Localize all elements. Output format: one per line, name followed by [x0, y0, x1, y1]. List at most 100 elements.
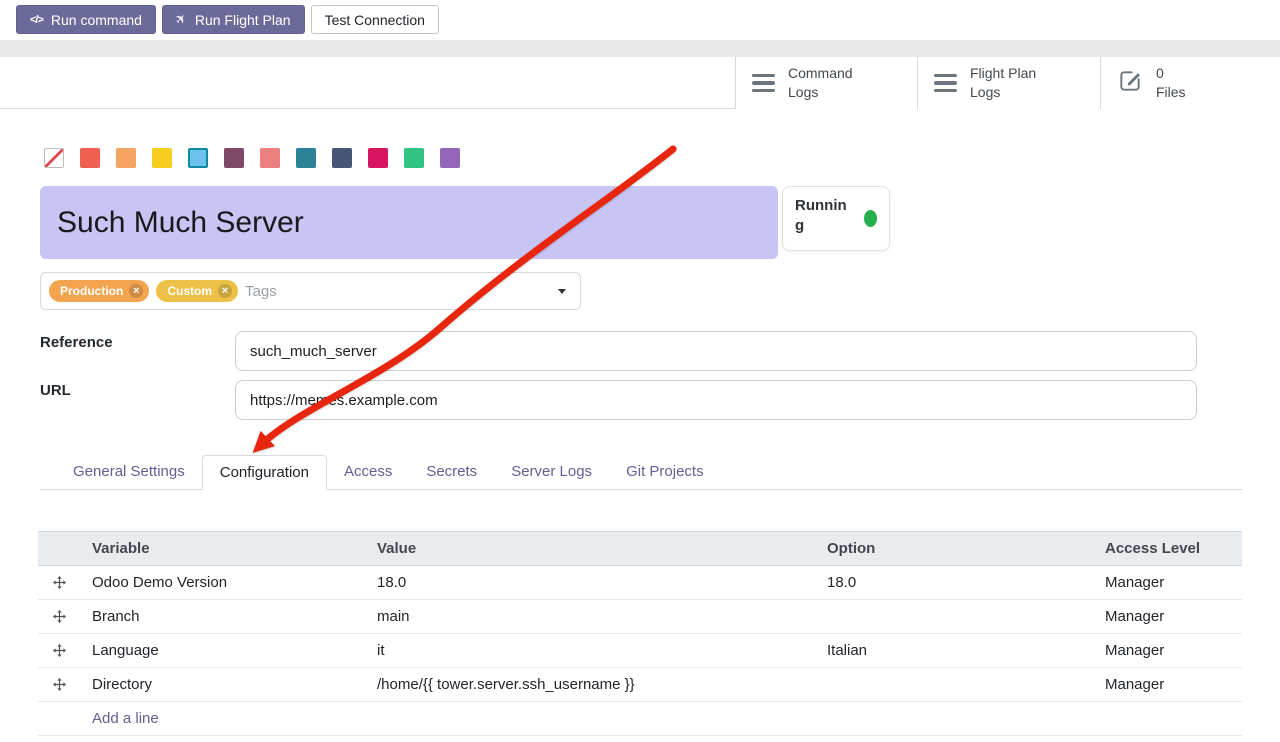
test-connection-label: Test Connection	[325, 12, 425, 28]
color-swatch-1[interactable]	[80, 148, 100, 168]
add-line-spacer	[38, 702, 80, 735]
header-option[interactable]: Option	[815, 532, 1093, 565]
url-input[interactable]	[235, 380, 1197, 420]
table-row[interactable]: Odoo Demo Version18.018.0Manager	[38, 566, 1242, 600]
edit-pencil-icon	[1117, 68, 1143, 99]
move-icon	[53, 644, 66, 657]
config-table-body: Odoo Demo Version18.018.0ManagerBranchma…	[38, 566, 1242, 702]
color-swatch-9[interactable]	[368, 148, 388, 168]
move-icon	[53, 678, 66, 691]
tag-label: Production	[60, 284, 123, 298]
flight-plan-logs-button[interactable]: Flight Plan Logs	[917, 57, 1100, 109]
tab-secrets[interactable]: Secrets	[409, 455, 494, 489]
cell-access-level[interactable]: Manager	[1093, 668, 1242, 701]
tab-server-logs[interactable]: Server Logs	[494, 455, 609, 489]
add-line-link[interactable]: Add a line	[80, 702, 159, 735]
run-flight-plan-button[interactable]: ✈ Run Flight Plan	[162, 5, 305, 34]
code-icon: </>	[30, 14, 43, 26]
cell-access-level[interactable]: Manager	[1093, 634, 1242, 667]
cell-variable[interactable]: Directory	[80, 668, 365, 701]
cell-value[interactable]: it	[365, 634, 815, 667]
dropdown-caret-icon[interactable]	[558, 289, 566, 294]
test-connection-button[interactable]: Test Connection	[311, 5, 439, 34]
add-line-row: Add a line	[38, 702, 1242, 736]
header-variable[interactable]: Variable	[80, 532, 365, 565]
command-logs-label-line1: Command	[788, 64, 853, 83]
color-swatch-0[interactable]	[44, 148, 64, 168]
cell-value[interactable]: main	[365, 600, 815, 633]
tags-list: Production × Custom ×	[49, 280, 238, 302]
color-swatch-11[interactable]	[440, 148, 460, 168]
color-swatch-6[interactable]	[260, 148, 280, 168]
url-label: URL	[40, 382, 71, 399]
table-row[interactable]: Branchmain Manager	[38, 600, 1242, 634]
server-name-input[interactable]: Such Much Server	[40, 186, 778, 259]
drag-handle[interactable]	[38, 600, 80, 633]
color-swatch-4[interactable]	[188, 148, 208, 168]
cell-access-level[interactable]: Manager	[1093, 566, 1242, 599]
color-swatch-10[interactable]	[404, 148, 424, 168]
header-access-level[interactable]: Access Level	[1093, 532, 1242, 565]
files-label: Files	[1156, 83, 1186, 102]
tag-remove-icon[interactable]: ×	[218, 284, 232, 298]
flight-plan-logs-label-line2: Logs	[970, 83, 1036, 102]
cell-variable[interactable]: Odoo Demo Version	[80, 566, 365, 599]
tag-custom[interactable]: Custom ×	[156, 280, 238, 302]
page-divider-band	[0, 40, 1280, 57]
command-logs-label-line2: Logs	[788, 83, 853, 102]
tag-label: Custom	[167, 284, 212, 298]
color-swatch-2[interactable]	[116, 148, 136, 168]
cell-option[interactable]	[815, 600, 1093, 633]
drag-handle[interactable]	[38, 668, 80, 701]
tab-git-projects[interactable]: Git Projects	[609, 455, 721, 489]
cell-option[interactable]: Italian	[815, 634, 1093, 667]
cell-access-level[interactable]: Manager	[1093, 600, 1242, 633]
color-swatch-8[interactable]	[332, 148, 352, 168]
header-value[interactable]: Value	[365, 532, 815, 565]
status-button[interactable]: Running	[782, 186, 890, 251]
top-action-bar: </> Run command ✈ Run Flight Plan Test C…	[16, 5, 439, 34]
form-header: Command Logs Flight Plan Logs 0 Files	[0, 57, 1280, 109]
drag-handle[interactable]	[38, 634, 80, 667]
tags-placeholder: Tags	[245, 283, 277, 300]
status-green-dot-icon	[864, 210, 877, 227]
cell-option[interactable]	[815, 668, 1093, 701]
tabs: General SettingsConfigurationAccessSecre…	[40, 455, 1242, 490]
color-palette	[44, 148, 460, 168]
tab-general-settings[interactable]: General Settings	[56, 455, 202, 489]
color-swatch-5[interactable]	[224, 148, 244, 168]
tab-configuration[interactable]: Configuration	[202, 455, 327, 490]
run-command-label: Run command	[51, 12, 142, 28]
table-row[interactable]: LanguageitItalianManager	[38, 634, 1242, 668]
cell-value[interactable]: /home/{{ tower.server.ssh_username }}	[365, 668, 815, 701]
server-name-text: Such Much Server	[57, 206, 304, 240]
reference-label: Reference	[40, 334, 113, 351]
config-table: Variable Value Option Access Level Odoo …	[38, 531, 1242, 736]
move-icon	[53, 610, 66, 623]
move-icon	[53, 576, 66, 589]
drag-handle[interactable]	[38, 566, 80, 599]
run-command-button[interactable]: </> Run command	[16, 5, 156, 34]
cell-variable[interactable]: Language	[80, 634, 365, 667]
color-swatch-3[interactable]	[152, 148, 172, 168]
files-count: 0	[1156, 64, 1186, 83]
stat-buttons: Command Logs Flight Plan Logs 0 Files	[735, 57, 1280, 109]
run-flight-plan-label: Run Flight Plan	[195, 12, 291, 28]
cell-option[interactable]: 18.0	[815, 566, 1093, 599]
cell-variable[interactable]: Branch	[80, 600, 365, 633]
tags-field[interactable]: Production × Custom × Tags	[40, 272, 581, 310]
log-lines-icon	[934, 74, 957, 93]
files-button[interactable]: 0 Files	[1100, 57, 1280, 109]
status-label: Running	[795, 196, 847, 241]
table-row[interactable]: Directory/home/{{ tower.server.ssh_usern…	[38, 668, 1242, 702]
command-logs-button[interactable]: Command Logs	[735, 57, 917, 109]
color-swatch-7[interactable]	[296, 148, 316, 168]
tab-access[interactable]: Access	[327, 455, 409, 489]
reference-input[interactable]	[235, 331, 1197, 371]
flight-plan-logs-label-line1: Flight Plan	[970, 64, 1036, 83]
log-lines-icon	[752, 74, 775, 93]
table-header-row: Variable Value Option Access Level	[38, 531, 1242, 566]
tag-production[interactable]: Production ×	[49, 280, 149, 302]
tag-remove-icon[interactable]: ×	[129, 284, 143, 298]
cell-value[interactable]: 18.0	[365, 566, 815, 599]
